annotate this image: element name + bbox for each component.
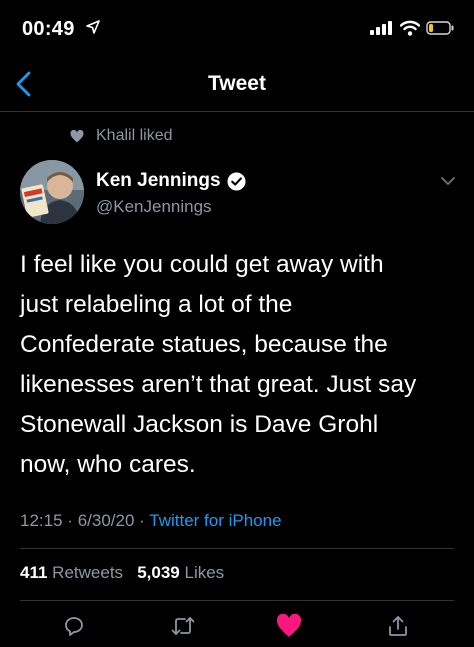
author-handle[interactable]: @KenJennings <box>96 197 246 217</box>
meta-separator: · <box>139 511 145 530</box>
cellular-signal-icon <box>370 21 392 35</box>
avatar[interactable] <box>20 160 84 224</box>
tweet-stats: 411 Retweets 5,039 Likes <box>20 563 224 583</box>
retweet-icon[interactable] <box>170 614 196 638</box>
share-icon[interactable] <box>386 614 410 638</box>
tweet-line: likenesses aren’t that great. Just say <box>20 371 417 398</box>
tweet-time: 12:15 <box>20 511 63 530</box>
status-time: 00:49 <box>22 18 75 40</box>
author-block[interactable]: Ken Jennings @KenJennings <box>96 170 246 217</box>
status-bar: 00:49 <box>0 0 474 56</box>
tweet-date: 6/30/20 <box>77 511 135 530</box>
likes-stat[interactable]: 5,039 Likes <box>137 563 224 582</box>
avatar-photo <box>20 160 84 224</box>
meta-separator: · <box>67 511 73 530</box>
tweet-text: I feel like you could get away with just… <box>20 245 460 485</box>
tweet-line: Confederate statues, because the <box>20 331 388 358</box>
chevron-down-icon[interactable] <box>440 176 456 186</box>
retweets-count: 411 <box>20 563 48 582</box>
divider <box>20 548 454 549</box>
social-context[interactable]: Khalil liked <box>70 126 172 146</box>
tweet-line: just relabeling a lot of the <box>20 291 293 318</box>
retweets-stat[interactable]: 411 Retweets <box>20 563 123 582</box>
retweets-label: Retweets <box>52 563 124 582</box>
divider <box>20 600 454 601</box>
tweet-meta: 12:15 · 6/30/20 · Twitter for iPhone <box>20 511 282 531</box>
tweet-line: now, who cares. <box>20 451 196 478</box>
tweet-line: I feel like you could get away with <box>20 251 384 278</box>
battery-icon <box>426 21 454 35</box>
heart-icon <box>70 129 84 142</box>
tweet-source-link[interactable]: Twitter for iPhone <box>149 511 281 530</box>
reply-icon[interactable] <box>62 614 86 638</box>
page-title: Tweet <box>208 72 266 95</box>
tweet-line: Stonewall Jackson is Dave Grohl <box>20 411 379 438</box>
wifi-icon <box>400 20 420 36</box>
like-heart-icon[interactable] <box>276 614 302 638</box>
likes-count: 5,039 <box>137 563 180 582</box>
action-bar <box>0 610 474 646</box>
likes-label: Likes <box>184 563 225 582</box>
verified-badge-icon <box>227 171 246 191</box>
navigation-bar: Tweet <box>0 56 474 112</box>
location-arrow-icon <box>86 20 100 34</box>
author-name[interactable]: Ken Jennings <box>96 170 221 192</box>
social-context-label: Khalil liked <box>96 127 173 144</box>
